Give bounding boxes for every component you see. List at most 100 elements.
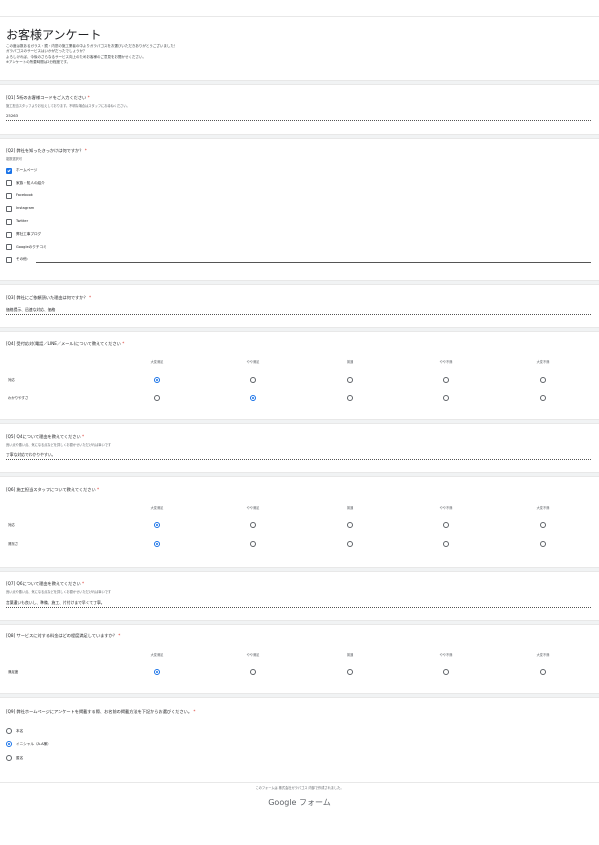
radio-button[interactable] [347,540,353,547]
column-header: 普通 [346,506,354,510]
radio-button[interactable] [443,540,449,547]
checkbox[interactable] [6,231,12,238]
section-divider [0,280,599,285]
checkbox-label: 弊社工事ブログ [16,231,42,236]
row-label: 対応 [8,522,15,527]
q7-help: 良い点や悪い点、気になる点などを詳しくお聞かせいただければ幸いです [6,590,112,594]
q1-title: [Q1] 5桁のお客様コードをご入力ください * [6,95,90,100]
q1-answer-input[interactable]: 25263 [6,113,18,118]
q2-help: 複数選択可 [6,157,22,161]
column-header: 大変満足 [150,360,164,364]
row-label: 満足度 [8,669,19,674]
radio-label: イニシャル（A.A様） [16,741,51,746]
column-header: やや不満 [439,360,453,364]
q5-title: [Q5] Q4について理由を教えてください * [6,434,85,439]
q7-answer-input[interactable]: 言葉遣いも良いし、準備、施工、片付けまで早くて丁寧。 [6,600,105,606]
checkbox[interactable] [6,180,12,187]
q1-input-underline [6,120,591,121]
intro-line: ※アンケートの所要時間は2分程度です。 [6,60,71,65]
column-header: 普通 [346,360,354,364]
q2-title: [Q2] 弊社を知ったきっかけは何ですか？ * [6,148,87,153]
radio-button[interactable] [250,540,256,547]
radio-button[interactable] [443,394,449,401]
section-divider [0,419,599,424]
footer-rule [0,782,599,783]
form-title: お客様アンケート [6,28,102,42]
q8-title: [Q8] サービスに対する料金はどの程度満足していますか？ * [6,633,121,638]
radio-button[interactable] [154,376,160,383]
row-label: 対応 [8,377,15,382]
radio-button[interactable] [154,394,160,401]
q5-help: 良い点や悪い点、気になる点などを詳しくお聞かせいただければ幸いです [6,443,112,447]
radio-button[interactable] [347,668,353,675]
radio-button[interactable] [250,376,256,383]
radio-button[interactable] [6,728,12,734]
radio-button[interactable] [6,755,12,761]
radio-button[interactable] [154,668,160,675]
other-text-input[interactable] [36,262,591,264]
column-header: やや満足 [246,506,260,510]
radio-button[interactable] [347,376,353,383]
section-divider [0,620,599,625]
row-label: わかりやすさ [8,395,29,400]
section-divider [0,134,599,139]
column-header: 大変不満 [536,360,550,364]
checkbox-label: Instagram [16,206,35,211]
radio-button[interactable] [540,540,546,547]
radio-label: 匿名 [16,755,24,760]
checkbox-label: ホームページ [16,167,38,172]
radio-button[interactable] [347,521,353,528]
checkbox-label: その他: [16,257,28,262]
radio-label: 本名 [16,728,24,733]
radio-button[interactable] [540,394,546,401]
column-header: 大変不満 [536,653,550,657]
footer-note: このフォームは 株式会社ガラパゴス 内部で作成されました。 [255,786,344,790]
checkbox[interactable] [6,205,12,212]
column-header: 大変満足 [150,506,164,510]
radio-button[interactable] [347,394,353,401]
q7-title: [Q7] Q6について理由を教えてください * [6,581,85,586]
radio-button[interactable] [250,668,256,675]
radio-button[interactable] [540,668,546,675]
checkbox-label: Googleのクチコミ [16,244,47,249]
radio-button[interactable] [250,521,256,528]
google-forms-logo[interactable]: Google フォーム [0,797,599,808]
q9-title: [Q9] 弊社ホームページにアンケートを掲載する際、お名前の掲載方法を下記からお… [6,709,196,714]
q1-help: 施工担当スタッフよりお伝えしております。不明な場合はスタッフにお尋ねください。 [6,104,130,108]
checkbox-label: Facebook [16,193,33,198]
column-header: 大変不満 [536,506,550,510]
column-header: 大変満足 [150,653,164,657]
q3-input-underline [6,314,591,315]
q3-title: [Q3] 弊社にご依頼頂いた理由は何ですか？ * [6,295,92,300]
checkbox-label: Twitter [16,219,29,223]
radio-button[interactable] [443,521,449,528]
q6-title: [Q6] 施工担当スタッフについて教えてください * [6,487,100,492]
radio-button[interactable] [540,521,546,528]
header-rule [0,16,599,17]
column-header: 普通 [346,653,354,657]
q5-input-underline [6,459,591,460]
radio-button[interactable] [154,521,160,528]
radio-button[interactable] [6,741,12,747]
column-header: やや満足 [246,360,260,364]
column-header: やや不満 [439,653,453,657]
q7-input-underline [6,607,591,608]
section-divider [0,80,599,85]
checkbox[interactable] [6,193,12,200]
section-divider [0,567,599,572]
radio-button[interactable] [443,376,449,383]
q3-answer-input[interactable]: 価格提示、迅速な対応、価格 [6,307,55,313]
checkbox[interactable] [6,257,12,264]
checkbox[interactable] [6,167,12,174]
form-intro: この度は数あるガラス・鏡・内窓の施工業者の中よりガラパゴスをお選びいただきありが… [6,44,506,66]
radio-button[interactable] [540,376,546,383]
radio-button[interactable] [443,668,449,675]
radio-button[interactable] [154,540,160,547]
q5-answer-input[interactable]: 丁寧な対応でわかりやすい。 [6,452,55,458]
radio-button[interactable] [250,394,256,401]
section-divider [0,472,599,477]
checkbox[interactable] [6,218,12,225]
section-divider [0,693,599,698]
q4-title: [Q4] 受付応対(電話／LINE／メール)について教えてください * [6,341,125,346]
checkbox[interactable] [6,244,12,251]
